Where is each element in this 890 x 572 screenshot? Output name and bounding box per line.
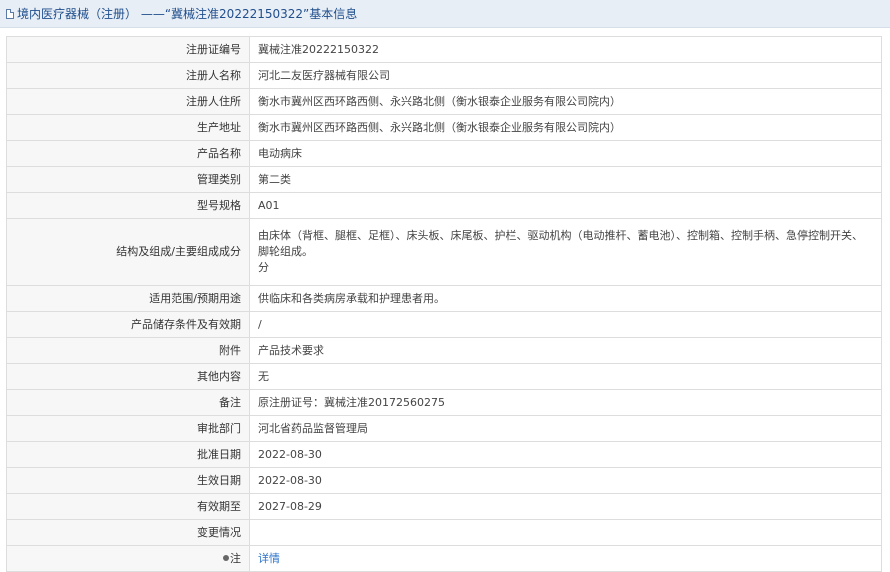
row-label-production-address: 生产地址 bbox=[6, 114, 250, 141]
row-label-intended-use: 适用范围/预期用途 bbox=[6, 285, 250, 312]
table-row: 其他内容 无 bbox=[6, 363, 882, 390]
row-value-attachment: 产品技术要求 bbox=[249, 337, 882, 364]
table-row: 型号规格 A01 bbox=[6, 192, 882, 219]
table-row: 注册人住所 衡水市冀州区西环路西侧、永兴路北侧（衡水银泰企业服务有限公司院内） bbox=[6, 88, 882, 115]
table-row: 有效期至 2027-08-29 bbox=[6, 493, 882, 520]
row-value-expiry-date: 2027-08-29 bbox=[249, 493, 882, 520]
row-label-structure: 结构及组成/主要组成成分 bbox=[6, 218, 250, 286]
table-row: 产品储存条件及有效期 / bbox=[6, 311, 882, 338]
note-label-text: 注 bbox=[230, 551, 241, 565]
table-row: 注册证编号 冀械注准20222150322 bbox=[6, 36, 882, 63]
row-label-model: 型号规格 bbox=[6, 192, 250, 219]
row-label-attachment: 附件 bbox=[6, 337, 250, 364]
row-label-other: 其他内容 bbox=[6, 363, 250, 390]
table-row: 生产地址 衡水市冀州区西环路西侧、永兴路北侧（衡水银泰企业服务有限公司院内） bbox=[6, 114, 882, 141]
row-value-registrant-address: 衡水市冀州区西环路西侧、永兴路北侧（衡水银泰企业服务有限公司院内） bbox=[249, 88, 882, 115]
row-value-management-class: 第二类 bbox=[249, 166, 882, 193]
row-label-storage: 产品储存条件及有效期 bbox=[6, 311, 250, 338]
table-row: 附件 产品技术要求 bbox=[6, 337, 882, 364]
row-value-note: 详情 bbox=[249, 545, 882, 572]
row-value-model: A01 bbox=[249, 192, 882, 219]
header-highlight: “冀械注准20222150322” bbox=[164, 7, 310, 21]
table-row: 生效日期 2022-08-30 bbox=[6, 467, 882, 494]
row-value-approval-date: 2022-08-30 bbox=[249, 441, 882, 468]
row-value-structure: 由床体（背框、腿框、足框）、床头板、床尾板、护栏、驱动机构（电动推杆、蓄电池）、… bbox=[249, 218, 882, 286]
row-value-changes bbox=[249, 519, 882, 546]
info-table: 注册证编号 冀械注准20222150322 注册人名称 河北二友医疗器械有限公司… bbox=[6, 36, 882, 572]
row-label-changes: 变更情况 bbox=[6, 519, 250, 546]
structure-line-1: 由床体（背框、腿框、足框）、床头板、床尾板、护栏、驱动机构（电动推杆、蓄电池）、… bbox=[258, 229, 863, 258]
row-value-registration-no: 冀械注准20222150322 bbox=[249, 36, 882, 63]
table-row: 适用范围/预期用途 供临床和各类病房承载和护理患者用。 bbox=[6, 285, 882, 312]
row-value-approval-dept: 河北省药品监督管理局 bbox=[249, 415, 882, 442]
row-label-registrant-address: 注册人住所 bbox=[6, 88, 250, 115]
table-row: 产品名称 电动病床 bbox=[6, 140, 882, 167]
row-label-remark: 备注 bbox=[6, 389, 250, 416]
table-row: 结构及组成/主要组成成分 由床体（背框、腿框、足框）、床头板、床尾板、护栏、驱动… bbox=[6, 218, 882, 286]
row-value-intended-use: 供临床和各类病房承载和护理患者用。 bbox=[249, 285, 882, 312]
table-row: 变更情况 bbox=[6, 519, 882, 546]
row-label-registrant-name: 注册人名称 bbox=[6, 62, 250, 89]
structure-line-2: 分 bbox=[258, 261, 269, 274]
row-label-management-class: 管理类别 bbox=[6, 166, 250, 193]
details-link[interactable]: 详情 bbox=[258, 552, 280, 565]
row-value-registrant-name: 河北二友医疗器械有限公司 bbox=[249, 62, 882, 89]
row-label-expiry-date: 有效期至 bbox=[6, 493, 250, 520]
header-prefix: 境内医疗器械（注册） —— bbox=[17, 7, 165, 21]
row-label-registration-no: 注册证编号 bbox=[6, 36, 250, 63]
row-value-effective-date: 2022-08-30 bbox=[249, 467, 882, 494]
table-row: 注 详情 bbox=[6, 545, 882, 572]
row-label-approval-date: 批准日期 bbox=[6, 441, 250, 468]
row-value-remark: 原注册证号：冀械注准20172560275 bbox=[249, 389, 882, 416]
row-label-note: 注 bbox=[6, 545, 250, 572]
table-row: 批准日期 2022-08-30 bbox=[6, 441, 882, 468]
row-value-product-name: 电动病床 bbox=[249, 140, 882, 167]
table-row: 备注 原注册证号：冀械注准20172560275 bbox=[6, 389, 882, 416]
header-suffix: 基本信息 bbox=[309, 7, 358, 21]
row-value-storage: / bbox=[249, 311, 882, 338]
row-label-product-name: 产品名称 bbox=[6, 140, 250, 167]
row-value-production-address: 衡水市冀州区西环路西侧、永兴路北侧（衡水银泰企业服务有限公司院内） bbox=[249, 114, 882, 141]
page-header: 境内医疗器械（注册） —— “冀械注准20222150322” 基本信息 bbox=[0, 0, 890, 28]
table-row: 审批部门 河北省药品监督管理局 bbox=[6, 415, 882, 442]
pin-icon bbox=[223, 554, 229, 561]
document-icon bbox=[6, 8, 14, 19]
table-row: 注册人名称 河北二友医疗器械有限公司 bbox=[6, 62, 882, 89]
row-label-approval-dept: 审批部门 bbox=[6, 415, 250, 442]
row-label-effective-date: 生效日期 bbox=[6, 467, 250, 494]
table-row: 管理类别 第二类 bbox=[6, 166, 882, 193]
row-value-other: 无 bbox=[249, 363, 882, 390]
